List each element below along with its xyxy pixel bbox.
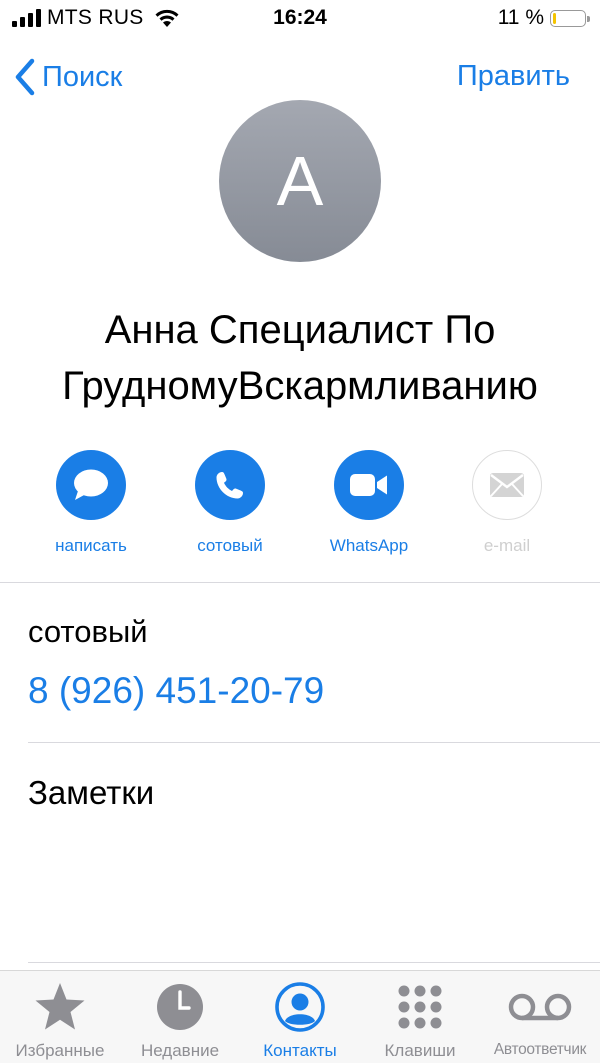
- whatsapp-action-label: WhatsApp: [329, 536, 409, 555]
- chevron-left-icon: [15, 58, 35, 96]
- tab-contacts-icon-wrap: [240, 981, 360, 1033]
- tab-favorites[interactable]: Избранные: [0, 981, 120, 1061]
- tab-contacts-label: Контакты: [263, 1041, 337, 1060]
- battery-fill: [553, 12, 556, 24]
- avatar-initial: А: [276, 142, 324, 220]
- keypad-icon: [398, 985, 442, 1029]
- battery-percent: 11 %: [497, 6, 544, 29]
- tab-voicemail-label: Автоответчик: [493, 1041, 587, 1058]
- tab-voicemail[interactable]: Автоответчик: [480, 981, 600, 1059]
- message-action-circle: [56, 450, 126, 520]
- email-action-button[interactable]: e-mail: [447, 450, 567, 556]
- contact-name: Анна Специалист По ГрудномуВскармливанию: [62, 308, 538, 408]
- whatsapp-action-button[interactable]: WhatsApp: [309, 450, 429, 556]
- tab-recents-icon-wrap: [120, 981, 240, 1033]
- tab-keypad-icon-wrap: [360, 981, 480, 1033]
- video-action-circle: [334, 450, 404, 520]
- email-action-circle: [472, 450, 542, 520]
- person-icon: [275, 982, 325, 1032]
- call-action-button[interactable]: сотовый: [170, 450, 290, 556]
- message-icon: [74, 469, 108, 500]
- action-buttons: написать сотовый WhatsApp e-mail: [0, 450, 600, 560]
- clock-icon: [157, 984, 203, 1030]
- tab-favorites-icon-wrap: [0, 981, 120, 1033]
- tab-keypad[interactable]: Клавиши: [360, 981, 480, 1061]
- tab-favorites-label: Избранные: [15, 1041, 105, 1060]
- call-action-label: сотовый: [197, 536, 263, 555]
- tab-bar: Избранные Недавние Контакты Клавиши Авто…: [0, 970, 600, 1063]
- star-icon: [35, 983, 85, 1030]
- status-bar: MTS RUS 16:24 11 %: [0, 0, 600, 36]
- status-right: 11 %: [497, 6, 590, 30]
- avatar: А: [219, 100, 381, 262]
- tab-recents-label: Недавние: [140, 1041, 220, 1060]
- tab-keypad-label: Клавиши: [384, 1041, 456, 1060]
- back-label: Поиск: [42, 60, 123, 93]
- tab-voicemail-icon-wrap: [480, 981, 600, 1033]
- divider: [0, 582, 600, 583]
- divider: [28, 962, 600, 963]
- mail-icon: [490, 473, 524, 497]
- divider: [28, 742, 600, 743]
- message-action-button[interactable]: написать: [31, 450, 151, 556]
- notes-field[interactable]: Заметки: [28, 774, 154, 812]
- call-action-circle: [195, 450, 265, 520]
- video-icon: [350, 474, 387, 496]
- edit-button[interactable]: Править: [457, 60, 570, 93]
- message-action-label: написать: [55, 536, 127, 555]
- email-action-label: e-mail: [483, 536, 531, 555]
- phone-icon: [216, 472, 243, 499]
- phone-field-label: сотовый: [28, 614, 148, 649]
- tab-contacts[interactable]: Контакты: [240, 981, 360, 1061]
- battery-icon: [550, 9, 590, 27]
- tab-recents[interactable]: Недавние: [120, 981, 240, 1061]
- voicemail-icon: [508, 993, 572, 1021]
- back-button[interactable]: Поиск: [14, 58, 122, 96]
- phone-number-link[interactable]: 8 (926) 451-20-79: [28, 670, 324, 712]
